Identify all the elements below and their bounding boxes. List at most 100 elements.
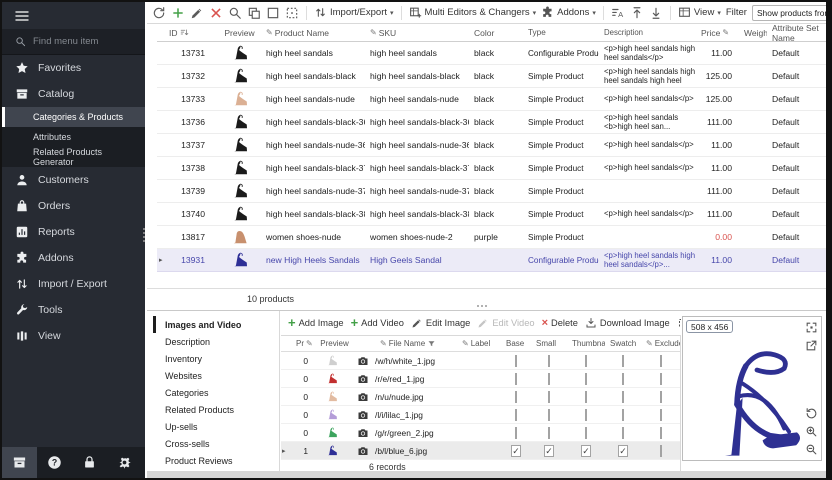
addons-menu[interactable]: Addons ▾ xyxy=(541,6,596,19)
sidebar-item-addons[interactable]: Addons xyxy=(2,245,145,271)
table-row[interactable]: 13740high heel sandals-black-38high heel… xyxy=(157,203,826,226)
rotate-icon[interactable] xyxy=(805,407,818,420)
tab-product-reviews[interactable]: Product Reviews xyxy=(153,452,279,469)
checkbox[interactable] xyxy=(515,391,517,403)
checkbox[interactable] xyxy=(585,373,587,385)
column-header-color[interactable]: Color xyxy=(469,28,523,38)
sidebar-item-tools[interactable]: Tools xyxy=(2,297,145,323)
add-image-button[interactable]: +Add Image xyxy=(288,318,344,328)
tab-websites[interactable]: Websites xyxy=(153,367,279,384)
table-row[interactable]: 13738high heel sandals-black-37high heel… xyxy=(157,157,826,180)
image-row[interactable]: 0/r/e/red_1.jpg xyxy=(281,370,680,388)
open-external-icon[interactable] xyxy=(805,339,818,352)
sidebar-footer-lock-button[interactable] xyxy=(72,447,107,478)
column-header-description[interactable]: Description xyxy=(599,28,701,37)
column-header-product-name[interactable]: ✎Product Name xyxy=(261,28,365,38)
sidebar-item-related-products-generator[interactable]: Related Products Generator xyxy=(2,147,145,167)
sidebar-item-view[interactable]: View xyxy=(2,323,145,349)
sidebar-item-catalog[interactable]: Catalog xyxy=(2,81,145,107)
image-row[interactable]: 0/n/u/nude.jpg xyxy=(281,388,680,406)
column-header-file-name[interactable]: ✎File Name xyxy=(375,339,457,348)
column-header-base[interactable]: Base xyxy=(501,339,531,348)
table-row[interactable]: 13739high heel sandals-nude-37high heel … xyxy=(157,180,826,203)
column-header-exclude[interactable]: ✎Exclude xyxy=(641,339,680,348)
table-row[interactable]: 13737high heel sandals-nude-36high heel … xyxy=(157,134,826,157)
view-menu[interactable]: View ▾ xyxy=(678,6,721,19)
import-export-menu[interactable]: Import/Export ▾ xyxy=(314,6,394,19)
move-up-button[interactable] xyxy=(630,6,644,20)
sidebar-item-import-export[interactable]: Import / Export xyxy=(2,271,145,297)
sidebar-item-favorites[interactable]: Favorites xyxy=(2,55,145,81)
checkbox[interactable] xyxy=(585,355,587,367)
table-row[interactable]: ▸13931new High Heels SandalsHigh Geels S… xyxy=(157,249,826,272)
image-row[interactable]: 0/w/h/white_1.jpg xyxy=(281,352,680,370)
column-header-weight[interactable]: Weight xyxy=(739,28,767,38)
multi-editors-menu[interactable]: Multi Editors & Changers ▾ xyxy=(409,6,537,19)
edit-button[interactable] xyxy=(190,6,204,20)
table-row[interactable]: 13732high heel sandals-blackhigh heel sa… xyxy=(157,65,826,88)
checkbox[interactable] xyxy=(585,427,587,439)
tab-images-and-video[interactable]: Images and Video xyxy=(153,316,279,333)
horizontal-splitter-handle[interactable] xyxy=(477,305,487,307)
search-button[interactable] xyxy=(228,6,242,20)
column-header-type[interactable]: Type xyxy=(523,28,599,37)
checkbox[interactable]: ✓ xyxy=(511,445,521,457)
checkbox[interactable] xyxy=(515,427,517,439)
column-header-label[interactable]: ✎Label xyxy=(457,339,501,348)
sidebar-footer-settings-button[interactable] xyxy=(107,447,142,478)
sidebar-item-categories-products[interactable]: Categories & Products xyxy=(2,107,145,127)
checkbox[interactable] xyxy=(548,355,550,367)
tab-up-sells[interactable]: Up-sells xyxy=(153,418,279,435)
add-button[interactable] xyxy=(171,6,185,20)
checkbox[interactable] xyxy=(660,427,662,439)
add-video-button[interactable]: +Add Video xyxy=(351,318,404,328)
tab-related-products[interactable]: Related Products xyxy=(153,401,279,418)
table-row[interactable]: 13736high heel sandals-black-36high heel… xyxy=(157,111,826,134)
column-header-price[interactable]: Price✎ xyxy=(701,28,739,38)
column-header-preview[interactable]: Preview xyxy=(313,339,351,348)
tab-categories[interactable]: Categories xyxy=(153,384,279,401)
copy-button[interactable] xyxy=(247,6,261,20)
checkbox[interactable] xyxy=(660,355,662,367)
zoom-out-icon[interactable] xyxy=(805,443,818,456)
download-image-button[interactable]: Download Image xyxy=(585,317,670,329)
checkbox[interactable] xyxy=(622,355,624,367)
zoom-in-icon[interactable] xyxy=(805,425,818,438)
sidebar-item-customers[interactable]: Customers xyxy=(2,167,145,193)
vertical-splitter-handle[interactable] xyxy=(143,228,146,242)
delete-button[interactable]: ×Delete xyxy=(542,317,578,329)
checkbox[interactable] xyxy=(660,409,662,421)
filter-select[interactable]: Show products from selected categories ▾ xyxy=(752,5,826,21)
checkbox[interactable] xyxy=(622,427,624,439)
sidebar-item-reports[interactable]: Reports xyxy=(2,219,145,245)
checkbox[interactable] xyxy=(622,373,624,385)
checkbox[interactable] xyxy=(585,391,587,403)
paste-special-button[interactable] xyxy=(285,6,299,20)
checkbox[interactable] xyxy=(548,427,550,439)
checkbox[interactable] xyxy=(548,391,550,403)
rename-tool-button[interactable]: A xyxy=(611,6,625,20)
sidebar-item-orders[interactable]: Orders xyxy=(2,193,145,219)
checkbox[interactable] xyxy=(660,391,662,403)
checkbox[interactable] xyxy=(660,445,662,457)
checkbox[interactable]: ✓ xyxy=(544,445,554,457)
table-row[interactable]: 13817women shoes-nudewomen shoes-nude-2p… xyxy=(157,226,826,249)
checkbox[interactable] xyxy=(548,409,550,421)
column-header-small[interactable]: Small xyxy=(531,339,567,348)
checkbox[interactable] xyxy=(515,409,517,421)
image-row[interactable]: ▸1/b/l/blue_6.jpg✓✓✓✓ xyxy=(281,442,680,460)
checkbox[interactable] xyxy=(622,409,624,421)
column-header-pr[interactable]: Pr✎ xyxy=(291,339,313,348)
column-header-preview[interactable]: Preview xyxy=(213,28,261,38)
sidebar-footer-inventory-button[interactable] xyxy=(2,447,37,478)
checkbox[interactable]: ✓ xyxy=(618,445,628,457)
checkbox[interactable] xyxy=(622,391,624,403)
image-row[interactable]: 0/l/i/lilac_1.jpg xyxy=(281,406,680,424)
delete-button[interactable] xyxy=(209,6,223,20)
column-header-sku[interactable]: ✎SKU xyxy=(365,28,469,38)
tab-description[interactable]: Description xyxy=(153,333,279,350)
table-row[interactable]: 13733high heel sandals-nudehigh heel san… xyxy=(157,88,826,111)
column-header-thumbna[interactable]: Thumbna xyxy=(567,339,605,348)
menu-toggle-button[interactable] xyxy=(2,2,145,29)
image-row[interactable]: 0/g/r/green_2.jpg xyxy=(281,424,680,442)
